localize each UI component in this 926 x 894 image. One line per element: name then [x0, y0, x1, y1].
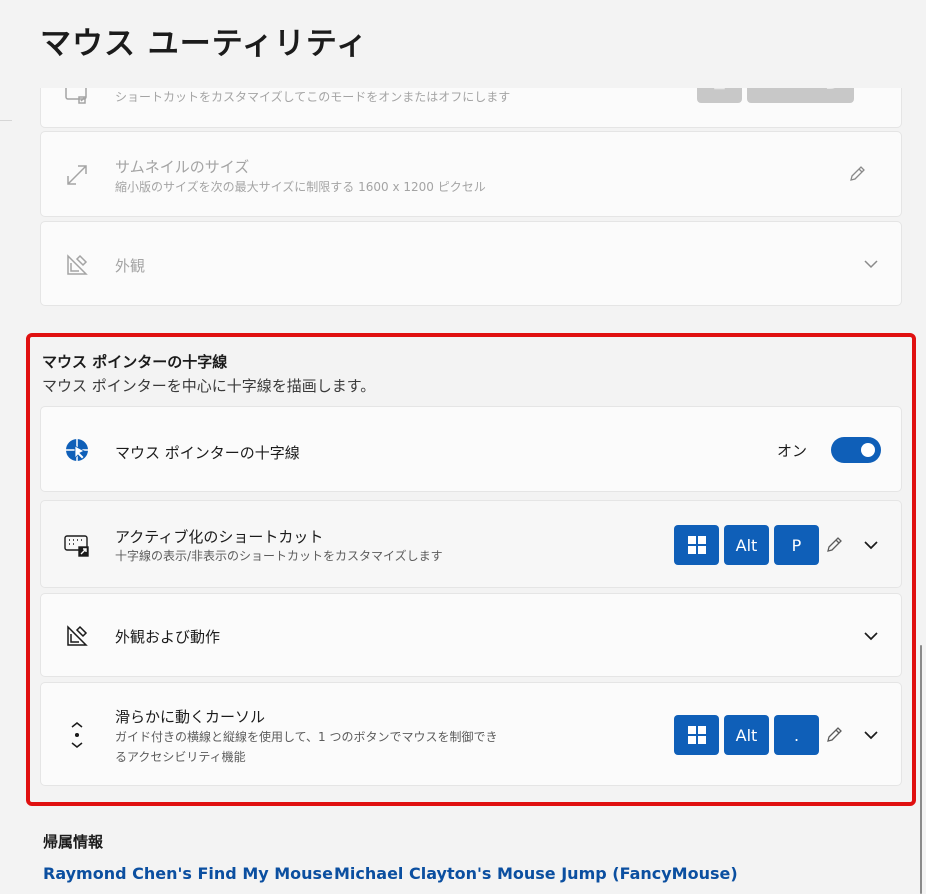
crosshairs-icon	[63, 436, 91, 464]
crosshairs-enable-card: マウス ポインターの十字線 オン	[40, 406, 902, 492]
chevron-down-icon[interactable]	[861, 626, 881, 646]
edit-pencil-icon[interactable]	[847, 164, 867, 184]
appearance-title: 外観	[115, 257, 146, 275]
edit-pencil-icon[interactable]	[824, 535, 844, 555]
keyboard-shortcut-icon	[63, 532, 91, 560]
chevron-down-icon[interactable]	[861, 254, 881, 274]
toggle-knob	[861, 443, 875, 457]
chevron-down-icon[interactable]	[861, 725, 881, 745]
appearance-behavior-card[interactable]: 外観および動作	[40, 593, 902, 677]
gliding-cursor-title: 滑らかに動くカーソル	[115, 708, 266, 726]
gliding-cursor-desc-line1: ガイド付きの横線と縦線を使用して、1 つのボタンでマウスを制御でき	[115, 730, 498, 744]
shortcut-key-alt: Alt	[724, 525, 769, 565]
shortcut-key-period: .	[774, 715, 819, 755]
gliding-cursor-icon	[63, 721, 91, 749]
crosshairs-section-title: マウス ポインターの十字線	[42, 353, 228, 371]
page-title: マウス ユーティリティ	[40, 26, 369, 62]
appearance-icon	[63, 251, 91, 279]
scrollbar[interactable]	[920, 645, 922, 894]
chevron-down-icon[interactable]	[861, 535, 881, 555]
thumbnail-size-card[interactable]: サムネイルのサイズ 縮小版のサイズを次の最大サイズに制限する 1600 x 12…	[40, 131, 902, 217]
edit-pencil-icon[interactable]	[824, 725, 844, 745]
shortcut-key-win	[674, 715, 719, 755]
mouse-jump-shortcut-desc: ショートカットをカスタマイズしてこのモードをオンまたはオフにします	[115, 90, 511, 104]
crosshairs-section-desc: マウス ポインターを中心に十字線を描画します。	[42, 377, 376, 395]
crosshairs-enable-title: マウス ポインターの十字線	[115, 444, 300, 462]
shortcut-key-alt: Alt	[724, 715, 769, 755]
thumbnail-size-title: サムネイルのサイズ	[115, 158, 250, 176]
appearance-behavior-title: 外観および動作	[115, 628, 221, 646]
shortcut-key-win	[674, 525, 719, 565]
crosshairs-toggle[interactable]	[831, 437, 881, 463]
gliding-cursor-card[interactable]: 滑らかに動くカーソル ガイド付きの横線と縦線を使用して、1 つのボタンでマウスを…	[40, 682, 902, 786]
shortcut-key-p: P	[774, 525, 819, 565]
credits-title: 帰属情報	[43, 833, 104, 851]
activation-shortcut-title: アクティブ化のショートカット	[115, 528, 324, 546]
toggle-state-label: オン	[776, 442, 807, 460]
windows-logo-icon	[687, 726, 706, 744]
appearance-icon	[63, 622, 91, 650]
windows-logo-icon	[687, 536, 706, 554]
resize-icon	[63, 161, 91, 189]
appearance-card[interactable]: 外観	[40, 221, 902, 306]
thumbnail-size-desc: 縮小版のサイズを次の最大サイズに制限する 1600 x 1200 ピクセル	[115, 180, 486, 194]
gliding-cursor-desc-line2: るアクセシビリティ機能	[115, 750, 246, 764]
header-area: マウス ユーティリティ	[0, 0, 926, 88]
activation-shortcut-card[interactable]: アクティブ化のショートカット 十字線の表示/非表示のショートカットをカスタマイズ…	[40, 500, 902, 588]
credit-link-mouse-jump[interactable]: Michael Clayton's Mouse Jump (FancyMouse…	[334, 864, 738, 883]
activation-shortcut-desc: 十字線の表示/非表示のショートカットをカスタマイズします	[115, 549, 443, 563]
credit-link-find-my-mouse[interactable]: Raymond Chen's Find My Mouse	[43, 864, 333, 883]
nav-divider	[0, 120, 12, 121]
